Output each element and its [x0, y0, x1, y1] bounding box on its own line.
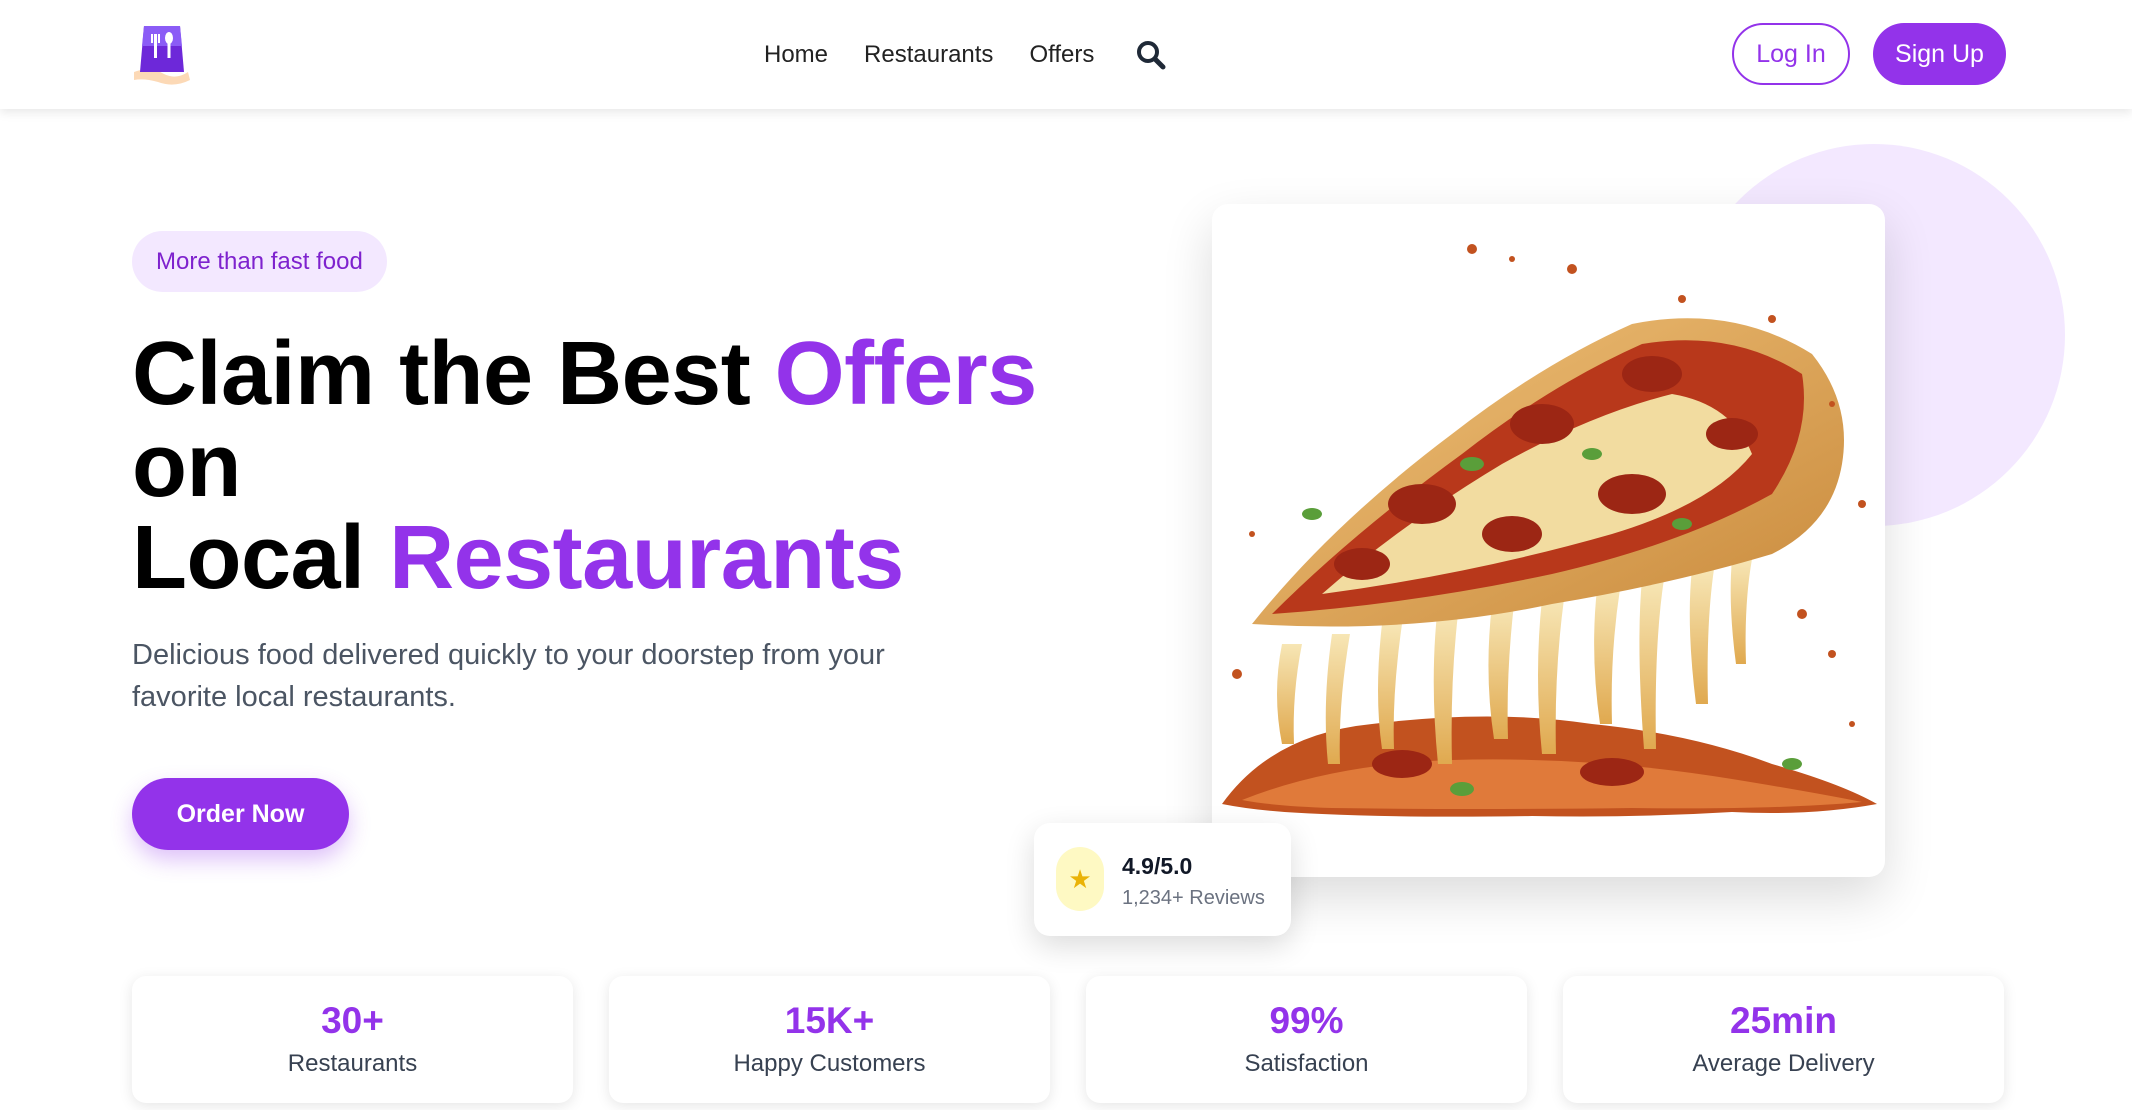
nav-restaurants-link[interactable]: Restaurants [864, 41, 993, 69]
signup-button[interactable]: Sign Up [1873, 23, 2006, 85]
stat-value: 99% [1269, 1000, 1344, 1041]
rating-card: ★ 4.9/5.0 1,234+ Reviews [1034, 823, 1291, 936]
headline-accent-offers: Offers [774, 324, 1038, 424]
stat-card-satisfaction: 99% Satisfaction [1086, 976, 1527, 1103]
stat-label: Happy Customers [733, 1050, 926, 1077]
tagline-badge: More than fast food [132, 231, 387, 292]
stat-card-restaurants: 30+ Restaurants [132, 976, 573, 1103]
login-button[interactable]: Log In [1732, 23, 1850, 85]
rating-reviews-count: 1,234+ Reviews [1122, 887, 1265, 909]
headline-text-3: Local [132, 508, 390, 608]
main-nav: Home Restaurants Offers [764, 38, 1168, 72]
pizza-image [1222, 244, 1877, 817]
headline-text-2: on [132, 416, 241, 516]
stat-card-customers: 15K+ Happy Customers [609, 976, 1050, 1103]
stat-card-delivery: 25min Average Delivery [1563, 976, 2004, 1103]
hero-description: Delicious food delivered quickly to your… [132, 639, 885, 713]
nav-home-link[interactable]: Home [764, 41, 828, 69]
stat-label: Average Delivery [1692, 1050, 1875, 1077]
stat-value: 25min [1730, 1000, 1837, 1041]
hero-headline: Claim the Best Offers on Local Restauran… [132, 328, 1092, 604]
logo-icon[interactable] [130, 20, 196, 86]
stat-value: 30+ [321, 1000, 384, 1041]
stat-label: Restaurants [287, 1050, 418, 1077]
search-button[interactable] [1134, 38, 1168, 72]
stat-label: Satisfaction [1244, 1050, 1369, 1077]
navbar: Home Restaurants Offers Log In Sign Up [0, 0, 2132, 109]
star-icon: ★ [1056, 847, 1104, 911]
headline-text-1: Claim the Best [132, 324, 775, 424]
stat-value: 15K+ [784, 1000, 875, 1041]
nav-offers-link[interactable]: Offers [1029, 41, 1094, 69]
hero-image-card [1212, 204, 1885, 877]
headline-accent-restaurants: Restaurants [389, 508, 904, 608]
search-icon [1137, 41, 1166, 70]
order-now-button[interactable]: Order Now [132, 778, 349, 850]
rating-value: 4.9/5.0 [1122, 853, 1193, 879]
